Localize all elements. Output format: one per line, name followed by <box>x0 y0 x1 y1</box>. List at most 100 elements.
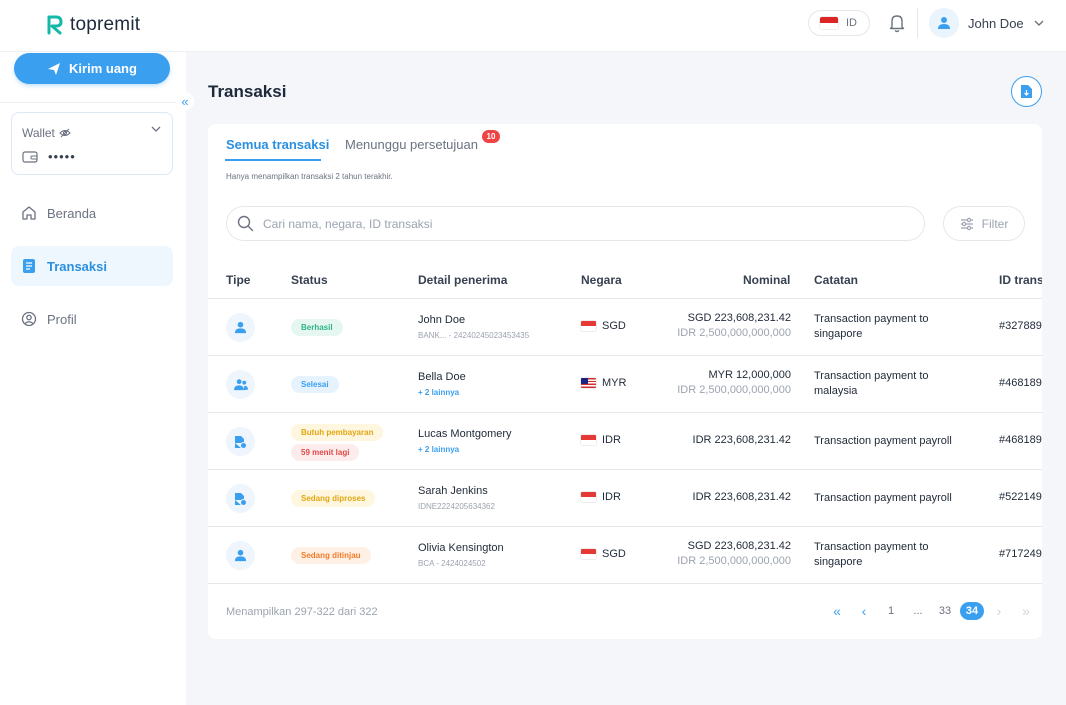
transaction-id: #327889 <box>999 320 1042 332</box>
language-selector[interactable]: ID <box>808 10 870 36</box>
eye-slash-icon[interactable] <box>59 128 71 138</box>
transaction-id: #717249 <box>999 548 1042 560</box>
sidebar-item-label: Beranda <box>47 205 97 221</box>
table-row[interactable]: Selesai Bella Doe + 2 lainnya MYR MYR 12… <box>208 356 1042 413</box>
search-bar[interactable] <box>226 206 925 241</box>
document-icon <box>23 259 35 273</box>
sidebar-divider <box>0 102 186 103</box>
table-row[interactable]: Berhasil John Doe BANK... - 242402450234… <box>208 299 1042 356</box>
transactions-card: Semua transaksi Menunggu persetujuan 10 … <box>208 124 1042 639</box>
user-icon <box>226 313 255 342</box>
tab-all-transactions[interactable]: Semua transaksi <box>226 137 329 152</box>
notification-bell-icon[interactable] <box>888 13 906 33</box>
collapse-sidebar-icon[interactable]: « <box>176 92 194 110</box>
filter-label: Filter <box>981 216 1009 231</box>
home-icon <box>22 206 36 220</box>
amount: SGD 223,608,231.42 <box>687 312 791 324</box>
wallet-balance: ••••• <box>48 149 76 164</box>
amount: SGD 223,608,231.42 <box>687 540 791 552</box>
history-note: Hanya menampilkan transaksi 2 tahun tera… <box>226 172 393 181</box>
chevron-down-icon[interactable] <box>150 125 162 133</box>
document-download-icon <box>1021 85 1032 98</box>
table-header: Tipe Status Detail penerima Negara Nomin… <box>208 264 1042 299</box>
sidebar-item-transaksi[interactable]: Transaksi <box>11 246 173 286</box>
user-menu[interactable]: John Doe <box>929 8 1045 38</box>
search-input[interactable] <box>263 216 863 231</box>
page-ellipsis: ... <box>913 605 923 617</box>
amount-converted: IDR 2,500,000,000,000 <box>677 555 791 567</box>
sidebar-item-beranda[interactable]: Beranda <box>11 193 173 233</box>
table-row[interactable]: Butuh pembayaran 59 menit lagi Lucas Mon… <box>208 413 1042 470</box>
sidebar: Kirim uang « Wallet ••••• Beranda Transa… <box>0 52 194 705</box>
recipient-name: Bella Doe <box>418 371 466 383</box>
wallet-icon <box>22 150 38 163</box>
status-badge: Berhasil <box>291 319 343 336</box>
singapore-flag-icon <box>581 549 596 559</box>
page-title: Transaksi <box>208 82 287 101</box>
recipient-detail: IDNE2224205634362 <box>418 502 495 511</box>
singapore-flag-icon <box>581 321 596 331</box>
recipient-name: Sarah Jenkins <box>418 485 488 497</box>
main-content: Transaksi Semua transaksi Menunggu perse… <box>186 52 1066 705</box>
current-page[interactable]: 34 <box>960 602 984 620</box>
countdown-badge: 59 menit lagi <box>291 444 360 461</box>
transaction-id: #522149 <box>999 491 1042 503</box>
column-header-transaction-id: ID trans <box>999 273 1042 287</box>
column-header-recipient: Detail penerima <box>418 273 508 287</box>
sidebar-item-label: Transaksi <box>47 258 107 274</box>
app-logo[interactable]: topremit <box>46 14 140 36</box>
wallet-card[interactable]: Wallet ••••• <box>11 112 173 175</box>
last-page-icon[interactable]: » <box>1014 602 1038 620</box>
user-name: John Doe <box>968 15 1024 31</box>
user-icon <box>226 541 255 570</box>
recipient-detail: BANK... - 24240245023453435 <box>418 331 530 340</box>
amount: IDR 223,608,231.42 <box>692 434 791 446</box>
send-money-button[interactable]: Kirim uang <box>14 53 170 84</box>
table-row[interactable]: Sedang ditinjau Olivia Kensington BCA - … <box>208 527 1042 584</box>
malaysia-flag-icon <box>581 378 596 388</box>
filter-button[interactable]: Filter <box>943 206 1025 241</box>
export-document-button[interactable] <box>1011 76 1042 107</box>
status-badge: Butuh pembayaran <box>291 424 384 441</box>
more-recipients-link[interactable]: + 2 lainnya <box>418 388 466 397</box>
indonesia-flag-icon <box>581 492 596 502</box>
sidebar-item-profil[interactable]: Profil <box>11 299 173 339</box>
pagination-summary: Menampilkan 297-322 dari 322 <box>226 606 378 618</box>
tab-awaiting-approval[interactable]: Menunggu persetujuan <box>345 137 478 152</box>
sidebar-item-label: Profil <box>47 311 77 327</box>
transaction-note: Transaction payment to singapore <box>814 541 929 568</box>
transaction-note: Transaction payment payroll <box>814 492 952 504</box>
transaction-note: Transaction payment payroll <box>814 435 952 447</box>
table-row[interactable]: Sedang diproses Sarah Jenkins IDNE222420… <box>208 470 1042 527</box>
recipient-detail: BCA - 2424024502 <box>418 559 486 568</box>
page-number[interactable]: 33 <box>933 602 957 620</box>
previous-page-icon[interactable]: ‹ <box>852 602 876 620</box>
chevron-down-icon <box>1034 20 1044 26</box>
user-icon <box>938 17 950 29</box>
wallet-balance-row: ••••• <box>22 149 76 164</box>
status-badge: Selesai <box>291 376 339 393</box>
payroll-document-icon <box>226 484 255 513</box>
language-code: ID <box>846 17 857 29</box>
status-badge: Sedang diproses <box>291 490 376 507</box>
amount-converted: IDR 2,500,000,000,000 <box>677 327 791 339</box>
transaction-note: Transaction payment to singapore <box>814 313 929 340</box>
transaction-id: #468189 <box>999 377 1042 389</box>
recipient-name: Olivia Kensington <box>418 542 504 554</box>
wallet-label: Wallet <box>22 126 55 140</box>
page-number[interactable]: 1 <box>879 602 903 620</box>
active-tab-indicator <box>225 159 321 161</box>
amount-converted: IDR 2,500,000,000,000 <box>677 384 791 396</box>
column-header-amount: Nominal <box>743 273 791 287</box>
more-recipients-link[interactable]: + 2 lainnya <box>418 445 512 454</box>
next-page-icon[interactable]: › <box>987 602 1011 620</box>
amount: IDR 223,608,231.42 <box>692 491 791 503</box>
topremit-logo-icon <box>47 15 63 35</box>
pagination: « ‹ 1 ... 33 34 › » <box>825 602 1041 620</box>
column-header-country: Negara <box>581 273 622 287</box>
column-header-status: Status <box>291 273 328 287</box>
wallet-title: Wallet <box>22 126 71 140</box>
first-page-icon[interactable]: « <box>825 602 849 620</box>
top-header: topremit ID John Doe <box>0 0 1066 52</box>
indonesia-flag-icon <box>820 17 838 29</box>
